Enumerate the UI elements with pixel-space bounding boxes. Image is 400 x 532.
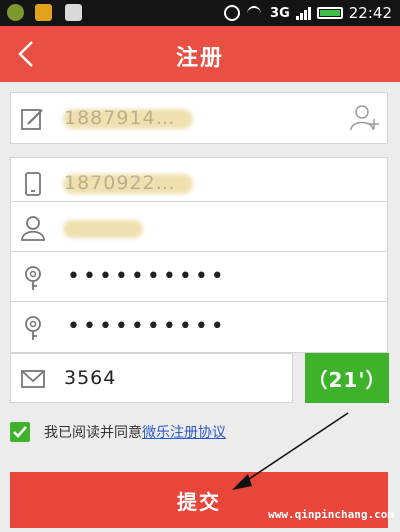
status-right: 3G 22:42: [224, 3, 392, 23]
page-title: 注册: [175, 46, 224, 71]
add-user-icon[interactable]: [349, 103, 379, 133]
agree-checkbox[interactable]: [10, 422, 30, 442]
nickname-redaction: [63, 220, 143, 238]
agreement-text: 我已阅读并同意: [44, 425, 142, 441]
phone-input[interactable]: 1870922…: [64, 172, 176, 194]
check-icon: [13, 426, 27, 438]
key-icon: [25, 266, 41, 290]
wifi-icon: [246, 6, 264, 20]
confirm-password-input[interactable]: ••••••••••: [67, 314, 227, 339]
verification-code-input[interactable]: 3564: [64, 367, 116, 389]
username-card: 1887914…: [10, 92, 388, 144]
clock: 22:42: [348, 4, 392, 22]
message-notification-icon: [35, 4, 52, 21]
alarm-icon: [224, 5, 241, 21]
edit-icon: [21, 109, 43, 130]
user-icon: [21, 216, 45, 241]
app-notification-icon: [7, 4, 24, 21]
signal-icon: [295, 6, 311, 20]
agreement-row: 我已阅读并同意 微乐注册协议: [10, 420, 226, 444]
username-input[interactable]: 1887914…: [64, 107, 176, 129]
network-type: 3G: [270, 5, 290, 21]
status-bar: 3G 22:42: [0, 0, 400, 26]
mail-icon: [21, 370, 45, 388]
nickname-row[interactable]: [10, 201, 388, 253]
title-bar: 注册: [0, 26, 400, 82]
battery-icon: [316, 7, 343, 19]
watermark: www.qinpinchang.com: [268, 508, 394, 521]
phone-icon: [25, 172, 41, 196]
username-row[interactable]: 1887914…: [11, 93, 387, 145]
password-input[interactable]: ••••••••••: [67, 264, 227, 289]
confirm-password-row[interactable]: ••••••••••: [10, 301, 388, 353]
image-notification-icon: [65, 4, 82, 21]
details-card: 1870922… •••••••••• ••••••••••: [10, 157, 388, 353]
password-row[interactable]: ••••••••••: [10, 251, 388, 303]
key-icon: [25, 316, 41, 340]
resend-code-button[interactable]: （21'）: [305, 353, 389, 403]
agreement-link[interactable]: 微乐注册协议: [142, 422, 226, 442]
verification-code-field[interactable]: 3564: [10, 353, 293, 403]
